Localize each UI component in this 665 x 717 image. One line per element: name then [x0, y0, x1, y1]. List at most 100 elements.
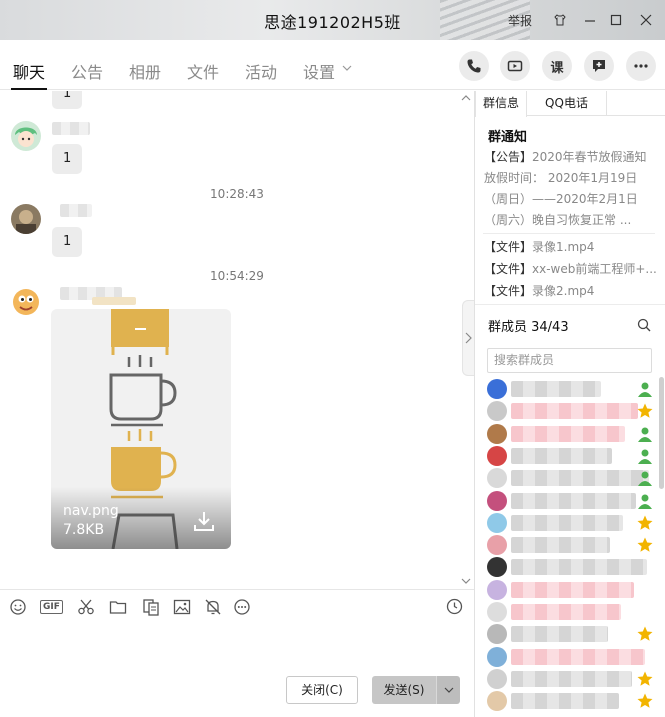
redacted-name	[60, 204, 92, 217]
redacted-member-name	[511, 470, 649, 487]
message-bubble[interactable]: 1	[52, 144, 83, 174]
redacted-member-name	[511, 604, 621, 620]
tab-group-info[interactable]: 群信息	[475, 91, 527, 117]
folder-icon	[109, 601, 127, 614]
tab-chat[interactable]: 聊天	[13, 59, 45, 83]
member-role-icon	[638, 427, 652, 442]
member-row[interactable]	[475, 445, 660, 467]
course-label: 课	[550, 60, 564, 76]
member-row[interactable]	[475, 690, 660, 712]
member-row[interactable]	[475, 668, 660, 690]
send-file-button[interactable]	[109, 598, 127, 616]
avatar[interactable]	[487, 557, 507, 578]
minimize-icon	[585, 20, 595, 22]
history-clock-icon[interactable]	[446, 598, 463, 615]
member-row[interactable]	[475, 378, 660, 400]
avatar[interactable]	[487, 668, 507, 689]
member-row[interactable]	[475, 556, 660, 578]
member-row[interactable]	[475, 467, 660, 489]
star-icon	[637, 515, 653, 530]
member-row[interactable]	[475, 400, 660, 422]
chat-add-icon	[593, 60, 605, 72]
sidebar-scrollbar[interactable]	[659, 377, 664, 489]
course-button[interactable]: 课	[542, 51, 572, 81]
skin-button[interactable]	[549, 9, 571, 31]
timestamp: 10:28:43	[210, 187, 264, 201]
gif-button[interactable]: GIF	[40, 600, 63, 614]
more-button[interactable]	[626, 51, 656, 81]
message-input[interactable]: 关闭(C) 发送(S)	[0, 623, 474, 717]
chevron-down-icon[interactable]	[342, 64, 352, 72]
chat-messages[interactable]: 1 1 10:28:43 1 10:54:29 nav.png 7.8KB	[0, 91, 474, 589]
tab-settings[interactable]: 设置	[303, 59, 335, 83]
file-item[interactable]: 【文件】录像1.mp4	[484, 238, 594, 255]
image-file-card[interactable]: nav.png 7.8KB	[51, 309, 231, 549]
doc-button[interactable]	[142, 598, 160, 616]
tab-files[interactable]: 文件	[187, 59, 219, 83]
tab-activities[interactable]: 活动	[245, 59, 277, 83]
member-row[interactable]	[475, 601, 660, 623]
avatar[interactable]	[487, 646, 507, 667]
avatar[interactable]	[487, 602, 507, 622]
redacted-member-name	[511, 648, 645, 665]
tab-qq-call[interactable]: QQ电话	[527, 91, 607, 116]
chevron-down-icon[interactable]	[461, 577, 471, 585]
avatar[interactable]	[11, 121, 41, 151]
group-info-sidebar: 群信息 QQ电话 群通知 【公告】2020年春节放假通知 放假时间： 2020年…	[475, 91, 665, 717]
avatar[interactable]	[487, 579, 507, 600]
send-options-button[interactable]	[436, 676, 460, 704]
new-chat-button[interactable]	[584, 51, 614, 81]
file-item[interactable]: 【文件】xx-web前端工程师+...	[484, 260, 657, 277]
download-icon[interactable]	[192, 509, 216, 533]
redacted-member-name	[511, 492, 636, 509]
mute-button[interactable]	[204, 598, 222, 616]
member-row[interactable]	[475, 534, 660, 556]
avatar[interactable]	[487, 624, 507, 645]
avatar[interactable]	[487, 379, 507, 399]
voice-call-button[interactable]	[459, 51, 489, 81]
member-row[interactable]	[475, 490, 660, 512]
tab-album[interactable]: 相册	[129, 59, 161, 83]
message-bubble[interactable]: 1	[52, 91, 83, 109]
tab-announcements[interactable]: 公告	[71, 59, 103, 83]
close-window-button[interactable]	[635, 9, 657, 31]
screenshot-button[interactable]	[77, 598, 95, 616]
member-search-input[interactable]: 搜索群成员	[487, 348, 652, 373]
notice-text[interactable]: 【公告】2020年春节放假通知 放假时间： 2020年1月19日（周日）——20…	[484, 147, 656, 231]
cartoon-face-avatar-icon	[11, 287, 41, 317]
redacted-name	[52, 122, 90, 135]
send-image-button[interactable]	[173, 598, 191, 616]
avatar[interactable]	[11, 204, 41, 234]
member-row[interactable]	[475, 623, 660, 645]
close-button[interactable]: 关闭(C)	[286, 676, 358, 704]
send-button[interactable]: 发送(S)	[372, 676, 436, 704]
maximize-button[interactable]	[605, 9, 627, 31]
member-row[interactable]	[475, 579, 660, 601]
avatar[interactable]	[487, 512, 507, 533]
avatar[interactable]	[487, 535, 507, 556]
chevron-up-icon[interactable]	[461, 94, 471, 102]
avatar[interactable]	[11, 287, 41, 317]
chevron-right-icon	[465, 332, 472, 344]
emoji-button[interactable]	[9, 598, 27, 616]
member-row[interactable]	[475, 512, 660, 534]
avatar[interactable]	[487, 423, 507, 444]
report-button[interactable]: 举报	[508, 12, 532, 29]
more-tools-button[interactable]	[233, 598, 251, 616]
minimize-button[interactable]	[579, 9, 601, 31]
video-call-button[interactable]	[500, 51, 530, 81]
member-row[interactable]	[475, 646, 660, 668]
file-tag: 【文件】	[484, 284, 533, 298]
avatar[interactable]	[487, 490, 507, 511]
file-item[interactable]: 【文件】录像2.mp4	[484, 282, 594, 299]
search-icon[interactable]	[637, 318, 651, 332]
avatar[interactable]	[487, 401, 507, 422]
avatar[interactable]	[487, 691, 507, 712]
avatar[interactable]	[487, 468, 507, 489]
collapse-sidebar-handle[interactable]	[462, 300, 474, 376]
member-row[interactable]	[475, 423, 660, 445]
redacted-member-name	[511, 425, 625, 442]
star-icon	[637, 537, 653, 552]
avatar[interactable]	[487, 445, 507, 466]
message-bubble[interactable]: 1	[52, 227, 83, 257]
